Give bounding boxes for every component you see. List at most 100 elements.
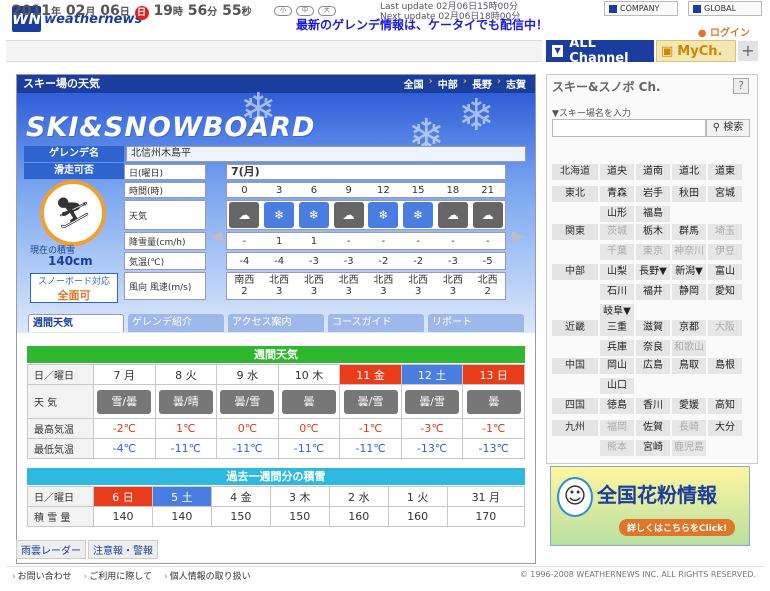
- prefecture-link[interactable]: 香川: [636, 398, 670, 414]
- prefecture-link[interactable]: 滋賀: [636, 320, 670, 336]
- crumb-nagano[interactable]: 長野: [472, 76, 492, 91]
- prefecture-link[interactable]: 岡山: [600, 358, 634, 374]
- prefecture-link[interactable]: 徳島: [600, 398, 634, 414]
- prefecture-link[interactable]: 福島: [636, 206, 670, 222]
- weather-cell: ❄: [401, 201, 436, 229]
- prefecture-link[interactable]: 神奈川: [672, 244, 706, 260]
- tab-course-guide[interactable]: コースガイド: [328, 314, 424, 332]
- prefecture-link[interactable]: 兵庫: [600, 340, 634, 356]
- prefecture-link[interactable]: 長崎: [672, 420, 706, 436]
- company-button[interactable]: COMPANY: [604, 1, 678, 16]
- prefecture-link[interactable]: 道南: [636, 164, 670, 180]
- prefecture-link[interactable]: 福岡: [600, 420, 634, 436]
- prefecture-link[interactable]: 高知: [708, 398, 742, 414]
- tab-slope-intro[interactable]: ゲレンデ紹介: [128, 314, 224, 332]
- tab-report[interactable]: リポート: [428, 314, 524, 332]
- tab-access[interactable]: アクセス案内: [228, 314, 324, 332]
- prefecture-link[interactable]: 和歌山: [672, 340, 706, 356]
- region-name[interactable]: 北海道: [552, 164, 598, 180]
- privacy-link[interactable]: 個人情報の取り扱い: [164, 569, 251, 582]
- prefecture-link[interactable]: 熊本: [600, 440, 634, 456]
- global-button[interactable]: GLOBAL: [688, 1, 762, 16]
- prefecture-link[interactable]: 鹿児島: [672, 440, 706, 456]
- prefecture-link[interactable]: 三重: [600, 320, 634, 336]
- tab-weekly[interactable]: 週間天気: [28, 314, 124, 332]
- font-size-large-button[interactable]: 大: [318, 6, 336, 16]
- region-group: 中国 岡山 広島 鳥取 島根山口: [552, 356, 758, 396]
- prefecture-link[interactable]: 宮城: [708, 186, 742, 202]
- prefecture-link[interactable]: 島根: [708, 358, 742, 374]
- add-channel-button[interactable]: +: [738, 41, 758, 61]
- ski-search-input[interactable]: [552, 119, 706, 137]
- past-snow-label: 積 雪 量: [27, 506, 94, 527]
- my-channel-button[interactable]: ▣ MyCh.: [656, 40, 736, 62]
- prefecture-link[interactable]: 宮崎: [636, 440, 670, 456]
- prefecture-link[interactable]: 道東: [708, 164, 742, 180]
- rain-radar-link[interactable]: 雨雲レーダー: [16, 540, 86, 559]
- prefecture-link[interactable]: 茨城: [600, 224, 634, 240]
- wind-speed: 2: [241, 286, 248, 297]
- prefecture-link[interactable]: 道北: [672, 164, 706, 180]
- next-arrow-icon[interactable]: ▶: [512, 226, 524, 245]
- prefecture-link[interactable]: 福井: [636, 284, 670, 300]
- region-name[interactable]: 九州: [552, 420, 598, 436]
- prefecture-link[interactable]: 道央: [600, 164, 634, 180]
- pollen-details-button[interactable]: 詳しくはこちらをClick!: [619, 519, 736, 536]
- forecast-hours-row: 0 3 6 9 12 15 18 21: [226, 182, 506, 198]
- help-button[interactable]: ?: [733, 78, 749, 94]
- prefecture-link[interactable]: 広島: [636, 358, 670, 374]
- wind-direction: 北西: [477, 275, 498, 286]
- prefecture-link[interactable]: 東京: [636, 244, 670, 260]
- prefecture-link[interactable]: 静岡: [672, 284, 706, 300]
- prefecture-link[interactable]: 京都: [672, 320, 706, 336]
- prefecture-link[interactable]: 伊豆: [708, 244, 742, 260]
- prefecture-link[interactable]: 秋田: [672, 186, 706, 202]
- pollen-banner[interactable]: ☺ 全国花粉情報 詳しくはこちらをClick!: [550, 466, 750, 546]
- crumb-national[interactable]: 全国: [404, 76, 424, 91]
- prefecture-link[interactable]: 埼玉: [708, 224, 742, 240]
- font-size-small-button[interactable]: 小: [274, 6, 292, 16]
- prefecture-link[interactable]: 岩手: [636, 186, 670, 202]
- terms-link[interactable]: ご利用に際して: [84, 569, 152, 582]
- prefecture-link[interactable]: 石川: [600, 284, 634, 300]
- prefecture-link[interactable]: 群馬: [672, 224, 706, 240]
- wind-cell: 北西 3: [436, 273, 471, 299]
- login-link[interactable]: ● ログイン: [698, 24, 750, 39]
- hours-cell: 18: [446, 184, 460, 196]
- prefecture-link[interactable]: 大阪: [708, 320, 742, 336]
- region-name[interactable]: 四国: [552, 398, 598, 414]
- prefecture-link[interactable]: 山梨: [600, 264, 634, 280]
- region-name[interactable]: 中部: [552, 264, 598, 280]
- prefecture-link[interactable]: 栃木: [636, 224, 670, 240]
- region-name[interactable]: 近畿: [552, 320, 598, 336]
- crumb-chubu[interactable]: 中部: [438, 76, 458, 91]
- prefecture-link[interactable]: 大分: [708, 420, 742, 436]
- prefecture-link[interactable]: 山口: [600, 378, 634, 394]
- prefecture-link[interactable]: 鳥取: [672, 358, 706, 374]
- crumb-shiga[interactable]: 志賀: [506, 76, 526, 91]
- region-name[interactable]: 中国: [552, 358, 598, 374]
- prefecture-link[interactable]: 新潟▼: [672, 264, 706, 280]
- warnings-link[interactable]: 注意報・警報: [88, 540, 158, 559]
- square-icon: [609, 4, 617, 13]
- prefecture-link[interactable]: 佐賀: [636, 420, 670, 436]
- prefecture-link[interactable]: 奈良: [636, 340, 670, 356]
- prefecture-link[interactable]: 千葉: [600, 244, 634, 260]
- region-name[interactable]: 東北: [552, 186, 598, 202]
- prefecture-link[interactable]: 青森: [600, 186, 634, 202]
- prefecture-link[interactable]: 山形: [600, 206, 634, 222]
- prefecture-link[interactable]: 愛媛: [672, 398, 706, 414]
- region-spacer: [552, 242, 600, 262]
- region-name[interactable]: 関東: [552, 224, 598, 240]
- weekly-day-cell: 9 水: [216, 364, 279, 385]
- prefecture-link[interactable]: 愛知: [708, 284, 742, 300]
- search-button[interactable]: ⚲ 検索: [706, 119, 750, 137]
- font-size-medium-button[interactable]: 中: [296, 6, 314, 16]
- prefecture-link[interactable]: 長野▼: [636, 264, 670, 280]
- all-channel-button[interactable]: ▼ ALL Channel: [546, 36, 654, 66]
- contact-link[interactable]: お問い合わせ: [12, 569, 72, 582]
- weather-cell: ☁: [470, 201, 505, 229]
- prefecture-link[interactable]: 富山: [708, 264, 742, 280]
- past-day-row: 日／曜日 6 日5 土4 金3 木2 水1 火 31 月: [27, 486, 526, 507]
- prev-arrow-icon[interactable]: ◀: [210, 226, 222, 245]
